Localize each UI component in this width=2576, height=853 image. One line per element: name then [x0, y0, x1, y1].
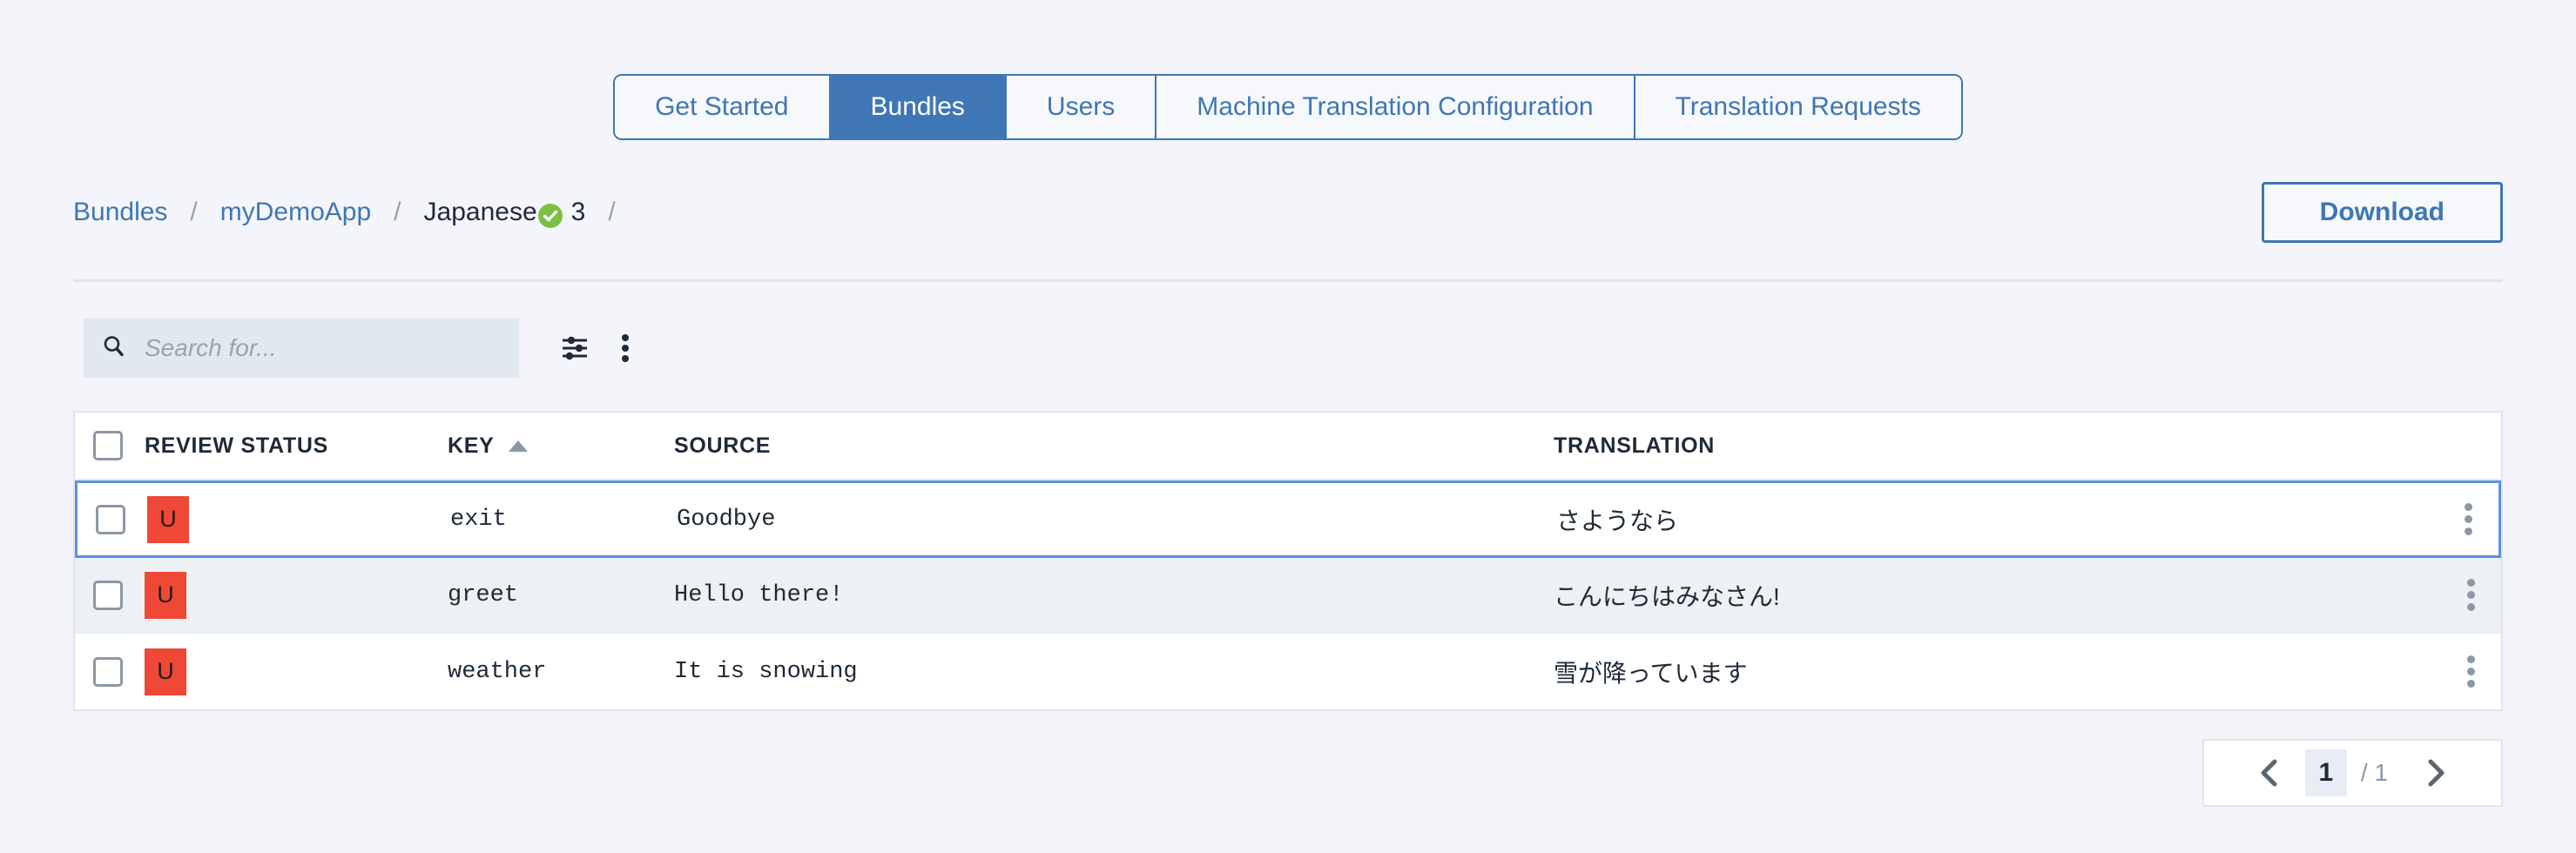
row-source: Hello there! — [674, 581, 844, 608]
select-all-cell — [75, 431, 125, 460]
table-row[interactable]: U exit Goodbye さようなら — [75, 480, 2501, 558]
breadcrumb-item-japanese: Japanese — [423, 198, 537, 226]
column-header-review-status[interactable]: REVIEW STATUS — [125, 433, 448, 459]
app-page: Get Started Bundles Users Machine Transl… — [0, 0, 2576, 853]
row-review-status: U — [128, 495, 450, 543]
tab-bundles[interactable]: Bundles — [830, 76, 1007, 138]
tab-get-started[interactable]: Get Started — [615, 76, 831, 138]
row-source: It is snowing — [674, 658, 858, 685]
column-header-source[interactable]: SOURCE — [674, 433, 1554, 459]
select-all-checkbox[interactable] — [93, 431, 123, 460]
search-icon — [101, 333, 127, 364]
table-header-row: REVIEW STATUS KEY SOURCE TRANSLATION — [75, 413, 2501, 480]
pagination: 1 / 1 — [2202, 739, 2503, 807]
row-checkbox[interactable] — [93, 656, 123, 687]
row-select-cell — [78, 504, 128, 534]
chevron-left-icon[interactable] — [2234, 759, 2305, 787]
main-tabbar: Get Started Bundles Users Machine Transl… — [613, 74, 1963, 140]
breadcrumb-count: 3 — [570, 198, 586, 226]
tabbar-container: Get Started Bundles Users Machine Transl… — [0, 0, 2576, 140]
row-key: weather — [448, 658, 547, 685]
row-select-cell — [75, 656, 125, 687]
table-row[interactable]: U weather It is snowing 雪が降っています — [75, 634, 2501, 709]
status-badge: U — [145, 648, 186, 695]
row-checkbox[interactable] — [93, 580, 123, 610]
row-key: exit — [450, 506, 507, 533]
breadcrumb-separator: / — [190, 198, 198, 226]
breadcrumb: Bundles / myDemoApp / Japanese 3 / — [73, 198, 638, 228]
row-translation[interactable]: さようなら — [1556, 502, 2438, 537]
column-header-key[interactable]: KEY — [448, 433, 674, 459]
download-button[interactable]: Download — [2261, 182, 2503, 243]
row-source: Goodbye — [677, 506, 776, 533]
tab-translation-requests[interactable]: Translation Requests — [1635, 76, 1961, 138]
row-review-status: U — [125, 648, 448, 695]
row-key: greet — [448, 581, 519, 608]
breadcrumb-separator-trailing: / — [608, 198, 616, 226]
search-box[interactable] — [84, 319, 519, 378]
filter-sliders-icon[interactable] — [559, 332, 590, 364]
row-translation[interactable]: こんにちはみなさん! — [1554, 578, 2440, 613]
column-header-key-label: KEY — [448, 433, 495, 458]
kebab-menu-icon[interactable] — [2466, 651, 2475, 692]
column-header-translation[interactable]: TRANSLATION — [1554, 433, 2440, 459]
total-pages-label: / 1 — [2360, 759, 2388, 786]
current-page-indicator[interactable]: 1 — [2304, 749, 2347, 796]
table-row[interactable]: U greet Hello there! こんにちはみなさん! — [75, 558, 2501, 634]
row-menu-cell — [2440, 651, 2501, 692]
table-toolbar — [0, 282, 2576, 378]
kebab-menu-icon[interactable] — [2466, 574, 2475, 615]
status-badge: U — [145, 571, 186, 619]
breadcrumb-separator: / — [394, 198, 401, 226]
row-translation[interactable]: 雪が降っています — [1554, 655, 2440, 689]
row-menu-cell — [2438, 499, 2498, 540]
tab-users[interactable]: Users — [1006, 76, 1157, 138]
tab-machine-translation-configuration[interactable]: Machine Translation Configuration — [1157, 76, 1635, 138]
row-select-cell — [75, 580, 125, 610]
breadcrumb-item-mydemoapp[interactable]: myDemoApp — [220, 198, 371, 227]
row-menu-cell — [2440, 574, 2501, 615]
row-review-status: U — [125, 571, 448, 619]
translations-table: REVIEW STATUS KEY SOURCE TRANSLATION U e… — [73, 411, 2503, 711]
kebab-menu-icon[interactable] — [2464, 499, 2472, 540]
breadcrumb-row: Bundles / myDemoApp / Japanese 3 / Downl… — [0, 140, 2576, 243]
row-checkbox[interactable] — [96, 504, 125, 534]
chevron-right-icon[interactable] — [2400, 759, 2471, 787]
breadcrumb-item-bundles[interactable]: Bundles — [73, 198, 167, 227]
pagination-container: 1 / 1 — [0, 711, 2576, 807]
check-circle-icon — [537, 204, 563, 228]
status-badge: U — [147, 495, 189, 543]
kebab-menu-icon[interactable] — [622, 331, 629, 366]
sort-ascending-icon — [508, 440, 528, 452]
search-input[interactable] — [145, 334, 502, 362]
